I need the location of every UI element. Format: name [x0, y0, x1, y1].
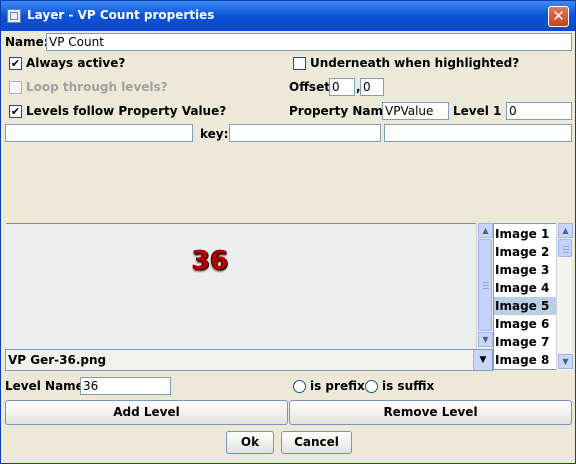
loop-label: Loop through levels? — [26, 80, 168, 94]
offset-y-field[interactable]: 0 — [360, 78, 384, 96]
name-field[interactable]: VP Count — [46, 33, 572, 51]
close-button[interactable]: ✕ — [548, 6, 569, 27]
image-list[interactable]: Image 1 Image 2 Image 3 Image 4 Image 5 … — [493, 223, 562, 370]
property-name-label: Property Name: — [289, 104, 396, 118]
list-item-image-1[interactable]: Image 1 — [494, 225, 561, 243]
properties-dialog: Layer - VP Count properties ✕ Name: VP C… — [0, 0, 576, 464]
preview-scrollbar[interactable]: ▲ ▼ — [476, 223, 493, 348]
offset-label: Offset: — [289, 80, 335, 94]
list-item-image-4[interactable]: Image 4 — [494, 279, 561, 297]
key-left-field[interactable] — [5, 124, 193, 142]
offset-x-field[interactable]: 0 — [329, 78, 355, 96]
preview-number: 36 — [192, 246, 229, 276]
name-label: Name: — [5, 35, 49, 49]
list-scrollbar[interactable]: ▲ ▼ — [556, 223, 573, 370]
window-title: Layer - VP Count properties — [27, 8, 215, 22]
preview-scroll-thumb[interactable] — [478, 239, 492, 331]
prefix-label: is prefix — [310, 379, 365, 393]
levels-follow-checkbox[interactable]: ✔ — [9, 105, 22, 118]
loop-checkbox[interactable] — [9, 81, 22, 94]
levels-follow-label: Levels follow Property Value? — [26, 104, 227, 118]
list-scroll-thumb[interactable] — [558, 239, 572, 257]
key-field[interactable] — [229, 124, 381, 142]
list-item-image-6[interactable]: Image 6 — [494, 315, 561, 333]
ok-button[interactable]: Ok — [226, 431, 274, 454]
image-preview: 36 — [6, 223, 476, 349]
always-active-checkbox[interactable]: ✔ — [9, 57, 22, 70]
list-item-image-8[interactable]: Image 8 — [494, 351, 561, 369]
list-scroll-down-icon[interactable]: ▼ — [558, 354, 573, 369]
remove-level-button[interactable]: Remove Level — [289, 400, 572, 425]
dialog-content: Name: VP Count ✔ Always active? Undernea… — [1, 31, 575, 463]
title-bar[interactable]: Layer - VP Count properties ✕ — [1, 1, 575, 31]
suffix-label: is suffix — [382, 379, 435, 393]
scroll-down-icon[interactable]: ▼ — [478, 332, 493, 347]
list-scroll-up-icon[interactable]: ▲ — [558, 223, 573, 238]
level-name-label: Level Name: — [5, 379, 89, 393]
image-file-select[interactable]: VP Ger-36.png ▼ — [5, 349, 493, 371]
list-item-image-7[interactable]: Image 7 — [494, 333, 561, 351]
key-label: key: — [200, 127, 229, 141]
always-active-label: Always active? — [26, 56, 126, 70]
level-name-field[interactable]: 36 — [80, 377, 171, 395]
list-item-image-2[interactable]: Image 2 — [494, 243, 561, 261]
suffix-radio[interactable] — [365, 380, 378, 393]
underneath-label: Underneath when highlighted? — [310, 56, 520, 70]
underneath-checkbox[interactable] — [293, 57, 306, 70]
prefix-radio[interactable] — [293, 380, 306, 393]
chevron-down-icon[interactable]: ▼ — [473, 350, 492, 370]
scroll-up-icon[interactable]: ▲ — [478, 223, 493, 238]
key-right-field[interactable] — [384, 124, 572, 142]
window-icon — [7, 9, 21, 23]
property-name-field[interactable]: VPValue — [382, 102, 449, 120]
add-level-button[interactable]: Add Level — [5, 400, 288, 425]
image-file-value: VP Ger-36.png — [8, 353, 107, 367]
cancel-button[interactable]: Cancel — [281, 431, 352, 454]
list-item-image-5[interactable]: Image 5 — [494, 297, 561, 315]
level1-field[interactable]: 0 — [506, 102, 572, 120]
list-item-image-3[interactable]: Image 3 — [494, 261, 561, 279]
